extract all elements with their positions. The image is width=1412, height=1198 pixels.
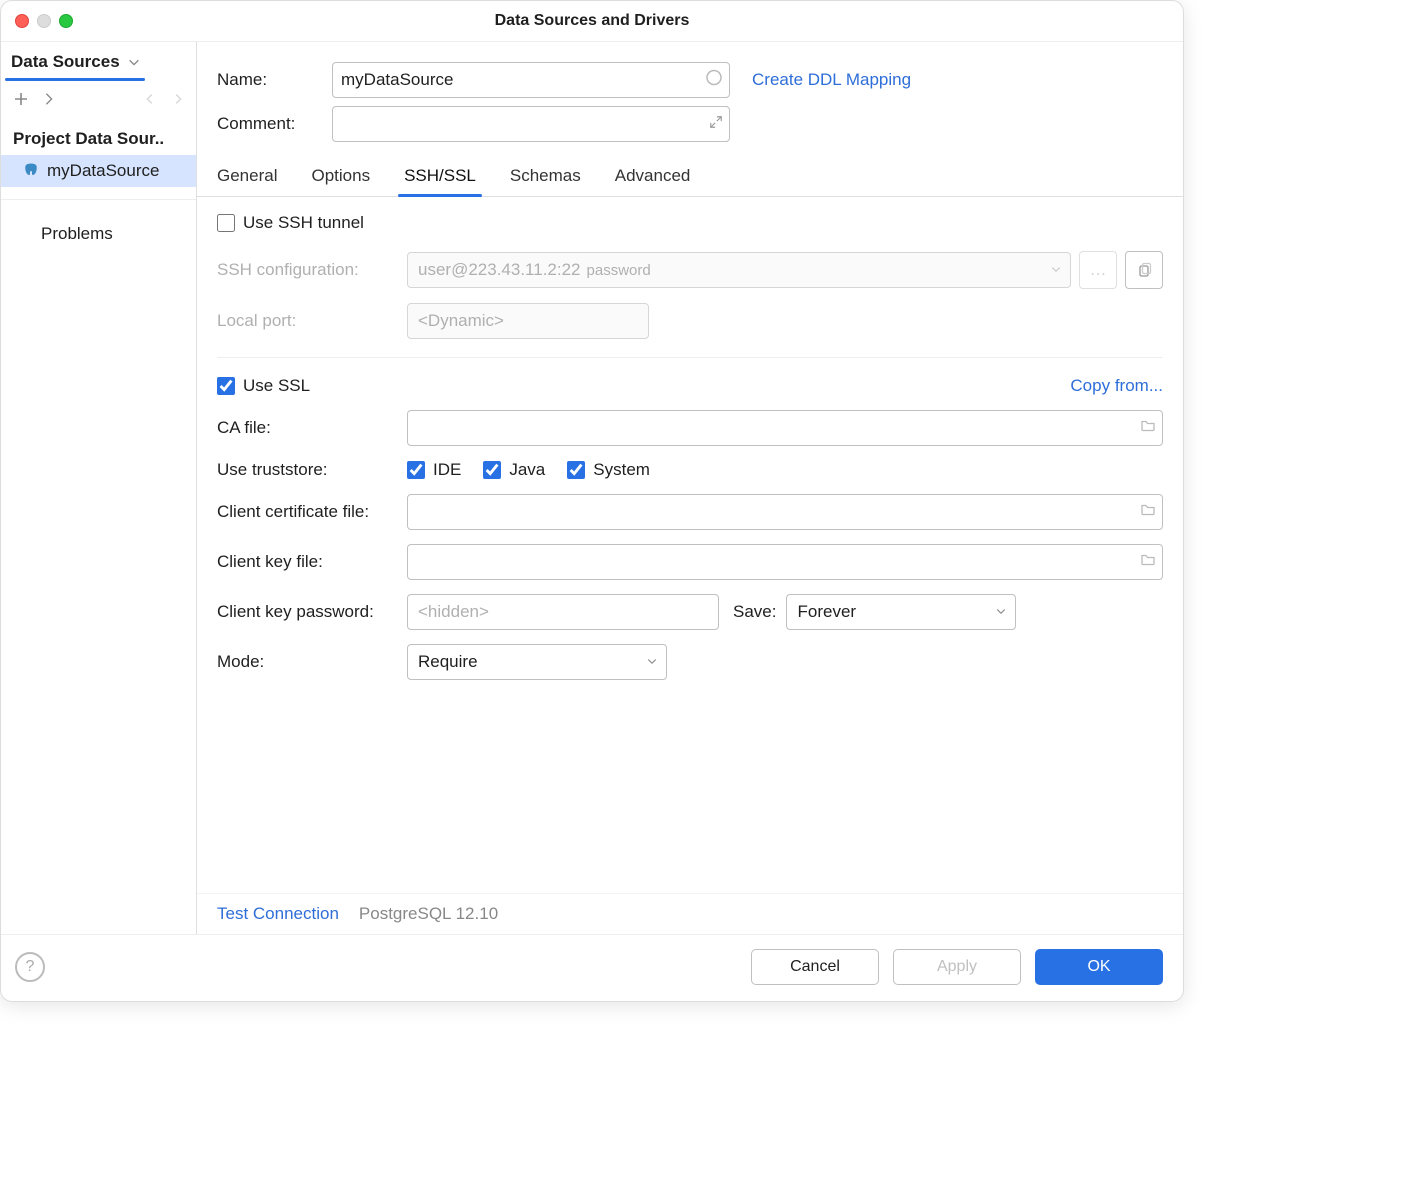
ca-file-input[interactable] <box>407 410 1163 446</box>
ssh-config-label: SSH configuration: <box>217 260 407 280</box>
use-ssl-label: Use SSL <box>243 376 310 396</box>
chevron-down-icon[interactable] <box>126 54 142 70</box>
client-key-input[interactable] <box>407 544 1163 580</box>
truststore-system-checkbox[interactable]: System <box>567 460 650 480</box>
save-combo[interactable]: Forever <box>786 594 1016 630</box>
truststore-ide-checkbox[interactable]: IDE <box>407 460 461 480</box>
folder-icon[interactable] <box>1140 552 1156 573</box>
folder-icon[interactable] <box>1140 502 1156 523</box>
postgres-icon <box>23 163 39 179</box>
client-cert-label: Client certificate file: <box>217 502 407 522</box>
sidebar-section-problems[interactable]: Problems <box>1 199 196 250</box>
color-circle-icon[interactable] <box>705 69 723 92</box>
client-pw-label: Client key password: <box>217 602 407 622</box>
client-pw-placeholder: <hidden> <box>418 602 489 622</box>
mode-label: Mode: <box>217 652 407 672</box>
name-input[interactable]: myDataSource <box>332 62 730 98</box>
comment-label: Comment: <box>217 114 332 134</box>
client-key-label: Client key file: <box>217 552 407 572</box>
sidebar-tab-data-sources[interactable]: Data Sources <box>11 52 120 72</box>
truststore-java-checkbox[interactable]: Java <box>483 460 545 480</box>
forward-icon[interactable] <box>170 91 186 107</box>
apply-button[interactable]: Apply <box>893 949 1021 985</box>
tab-general[interactable]: General <box>217 166 277 196</box>
expand-icon[interactable] <box>709 114 723 134</box>
sidebar-section-header: Project Data Sour.. <box>1 115 196 155</box>
tab-schemas[interactable]: Schemas <box>510 166 581 196</box>
window-title: Data Sources and Drivers <box>1 12 1183 30</box>
save-label: Save: <box>733 602 776 622</box>
ssh-config-value: user@223.43.11.2:22 <box>418 260 581 280</box>
local-port-input[interactable]: <Dynamic> <box>407 303 649 339</box>
sidebar-item-datasource[interactable]: myDataSource <box>1 155 196 187</box>
create-ddl-mapping-link[interactable]: Create DDL Mapping <box>752 70 911 90</box>
client-pw-input[interactable]: <hidden> <box>407 594 719 630</box>
help-button[interactable]: ? <box>15 952 45 982</box>
tab-ssh-ssl[interactable]: SSH/SSL <box>404 166 476 196</box>
copy-from-link[interactable]: Copy from... <box>1070 376 1163 396</box>
test-connection-link[interactable]: Test Connection <box>217 904 339 924</box>
comment-input[interactable] <box>332 106 730 142</box>
ssh-config-combo[interactable]: user@223.43.11.2:22 password <box>407 252 1071 288</box>
name-value: myDataSource <box>341 70 453 90</box>
tab-options[interactable]: Options <box>311 166 370 196</box>
mode-value: Require <box>418 652 478 672</box>
chevron-down-icon <box>646 652 658 672</box>
ssh-more-button[interactable]: … <box>1079 251 1117 289</box>
folder-icon[interactable] <box>1140 418 1156 439</box>
truststore-label: Use truststore: <box>217 460 407 480</box>
chevron-down-icon <box>995 602 1007 622</box>
tab-advanced[interactable]: Advanced <box>615 166 691 196</box>
ssh-config-auth: password <box>587 262 651 279</box>
ssh-copy-button[interactable] <box>1125 251 1163 289</box>
titlebar: Data Sources and Drivers <box>1 1 1183 42</box>
ca-file-label: CA file: <box>217 418 407 438</box>
use-ssl-checkbox[interactable]: Use SSL <box>217 376 310 396</box>
save-value: Forever <box>797 602 856 622</box>
cancel-button[interactable]: Cancel <box>751 949 879 985</box>
chevron-down-icon <box>1050 260 1062 280</box>
local-port-label: Local port: <box>217 311 407 331</box>
use-ssh-checkbox[interactable]: Use SSH tunnel <box>217 213 364 233</box>
client-cert-input[interactable] <box>407 494 1163 530</box>
name-label: Name: <box>217 70 332 90</box>
driver-version-label: PostgreSQL 12.10 <box>359 904 498 924</box>
mode-combo[interactable]: Require <box>407 644 667 680</box>
ok-button[interactable]: OK <box>1035 949 1163 985</box>
chevron-right-icon[interactable] <box>41 91 57 107</box>
use-ssh-label: Use SSH tunnel <box>243 213 364 233</box>
sidebar-item-label: myDataSource <box>47 161 159 181</box>
back-icon[interactable] <box>142 91 158 107</box>
local-port-value: <Dynamic> <box>418 311 504 331</box>
add-icon[interactable] <box>13 91 29 107</box>
